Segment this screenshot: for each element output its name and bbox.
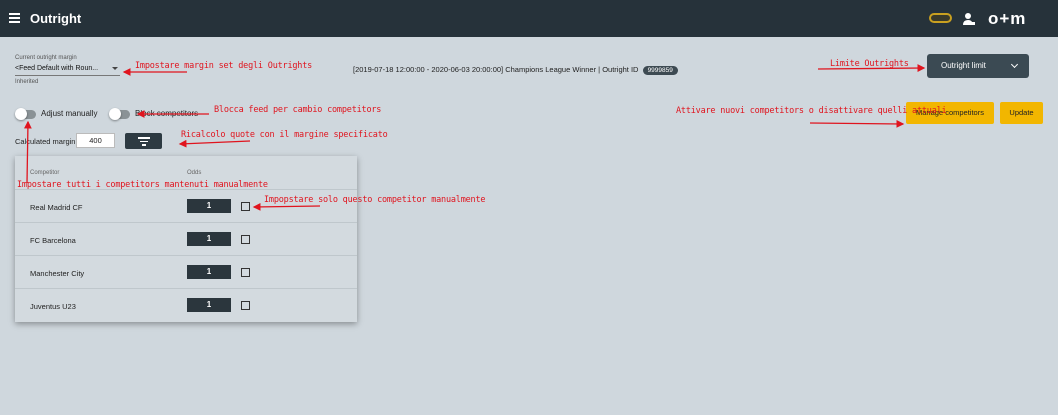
annotation-limit: Limite Outrights [830, 59, 909, 69]
user-settings-icon[interactable] [962, 12, 976, 26]
outright-id-badge: 9999859 [642, 66, 678, 75]
annotation-activate: Attivare nuovi competitors o disattivare… [676, 106, 947, 116]
outright-info: [2019-07-18 12:00:00 - 2020-06-03 20:00:… [353, 65, 678, 75]
odds-column-header: Odds [187, 170, 202, 176]
odds-value[interactable]: 1 [187, 232, 231, 246]
menu-icon[interactable] [9, 13, 20, 23]
odds-value[interactable]: 1 [187, 298, 231, 312]
odds-value[interactable]: 1 [187, 265, 231, 279]
margin-select[interactable]: <Feed Default with Roun... [15, 63, 120, 76]
manual-checkbox[interactable] [241, 235, 250, 244]
manual-checkbox[interactable] [241, 268, 250, 277]
calculated-margin-input[interactable]: 400 [76, 133, 115, 148]
table-row: Manchester City 1 [15, 255, 357, 288]
block-competitors-label: Block competitors [135, 109, 199, 118]
annotation-block-feed: Blocca feed per cambio competitors [214, 105, 382, 115]
chevron-down-icon [112, 67, 118, 70]
manual-checkbox[interactable] [241, 202, 250, 211]
competitor-name: Manchester City [30, 269, 85, 278]
annotation-single-manual: Impopstare solo questo competitor manual… [264, 195, 486, 205]
update-button[interactable]: Update [1000, 102, 1043, 124]
block-competitors-switch[interactable] [109, 108, 130, 120]
toggle-icon[interactable] [929, 13, 952, 23]
table-row: Juventus U23 1 [15, 288, 357, 321]
top-bar: Outright o+m [0, 0, 1058, 37]
outright-limit-label: Outright limit [941, 61, 986, 70]
chevron-down-icon [1010, 60, 1019, 69]
manual-checkbox[interactable] [241, 301, 250, 310]
logo: o+m [988, 9, 1027, 28]
competitor-name: FC Barcelona [30, 236, 76, 245]
calculated-margin-label: Calculated margin [15, 137, 76, 146]
outright-info-text: [2019-07-18 12:00:00 - 2020-06-03 20:00:… [353, 65, 639, 74]
filter-button[interactable] [125, 133, 162, 149]
table-row: Real Madrid CF 1 [15, 189, 357, 222]
margin-sub-label: Inherited [15, 79, 39, 85]
outright-limit-dropdown[interactable]: Outright limit [927, 54, 1029, 78]
margin-select-value: <Feed Default with Roun... [15, 65, 99, 72]
page-title: Outright [30, 11, 82, 26]
table-row: FC Barcelona 1 [15, 222, 357, 255]
competitor-name: Real Madrid CF [30, 203, 83, 212]
margin-label: Current outright margin [15, 55, 77, 61]
adjust-manually-label: Adjust manually [41, 109, 98, 118]
annotation-all-manual: Impostare tutti i competitors mantenuti … [17, 180, 268, 190]
competitor-name: Juventus U23 [30, 302, 76, 311]
annotation-margin-set: Impostare margin set degli Outrights [135, 61, 313, 71]
adjust-manually-switch[interactable] [15, 108, 36, 120]
odds-value[interactable]: 1 [187, 199, 231, 213]
annotation-recalc: Ricalcolo quote con il margine specifica… [181, 130, 388, 140]
competitor-column-header: Competitor [30, 170, 60, 176]
